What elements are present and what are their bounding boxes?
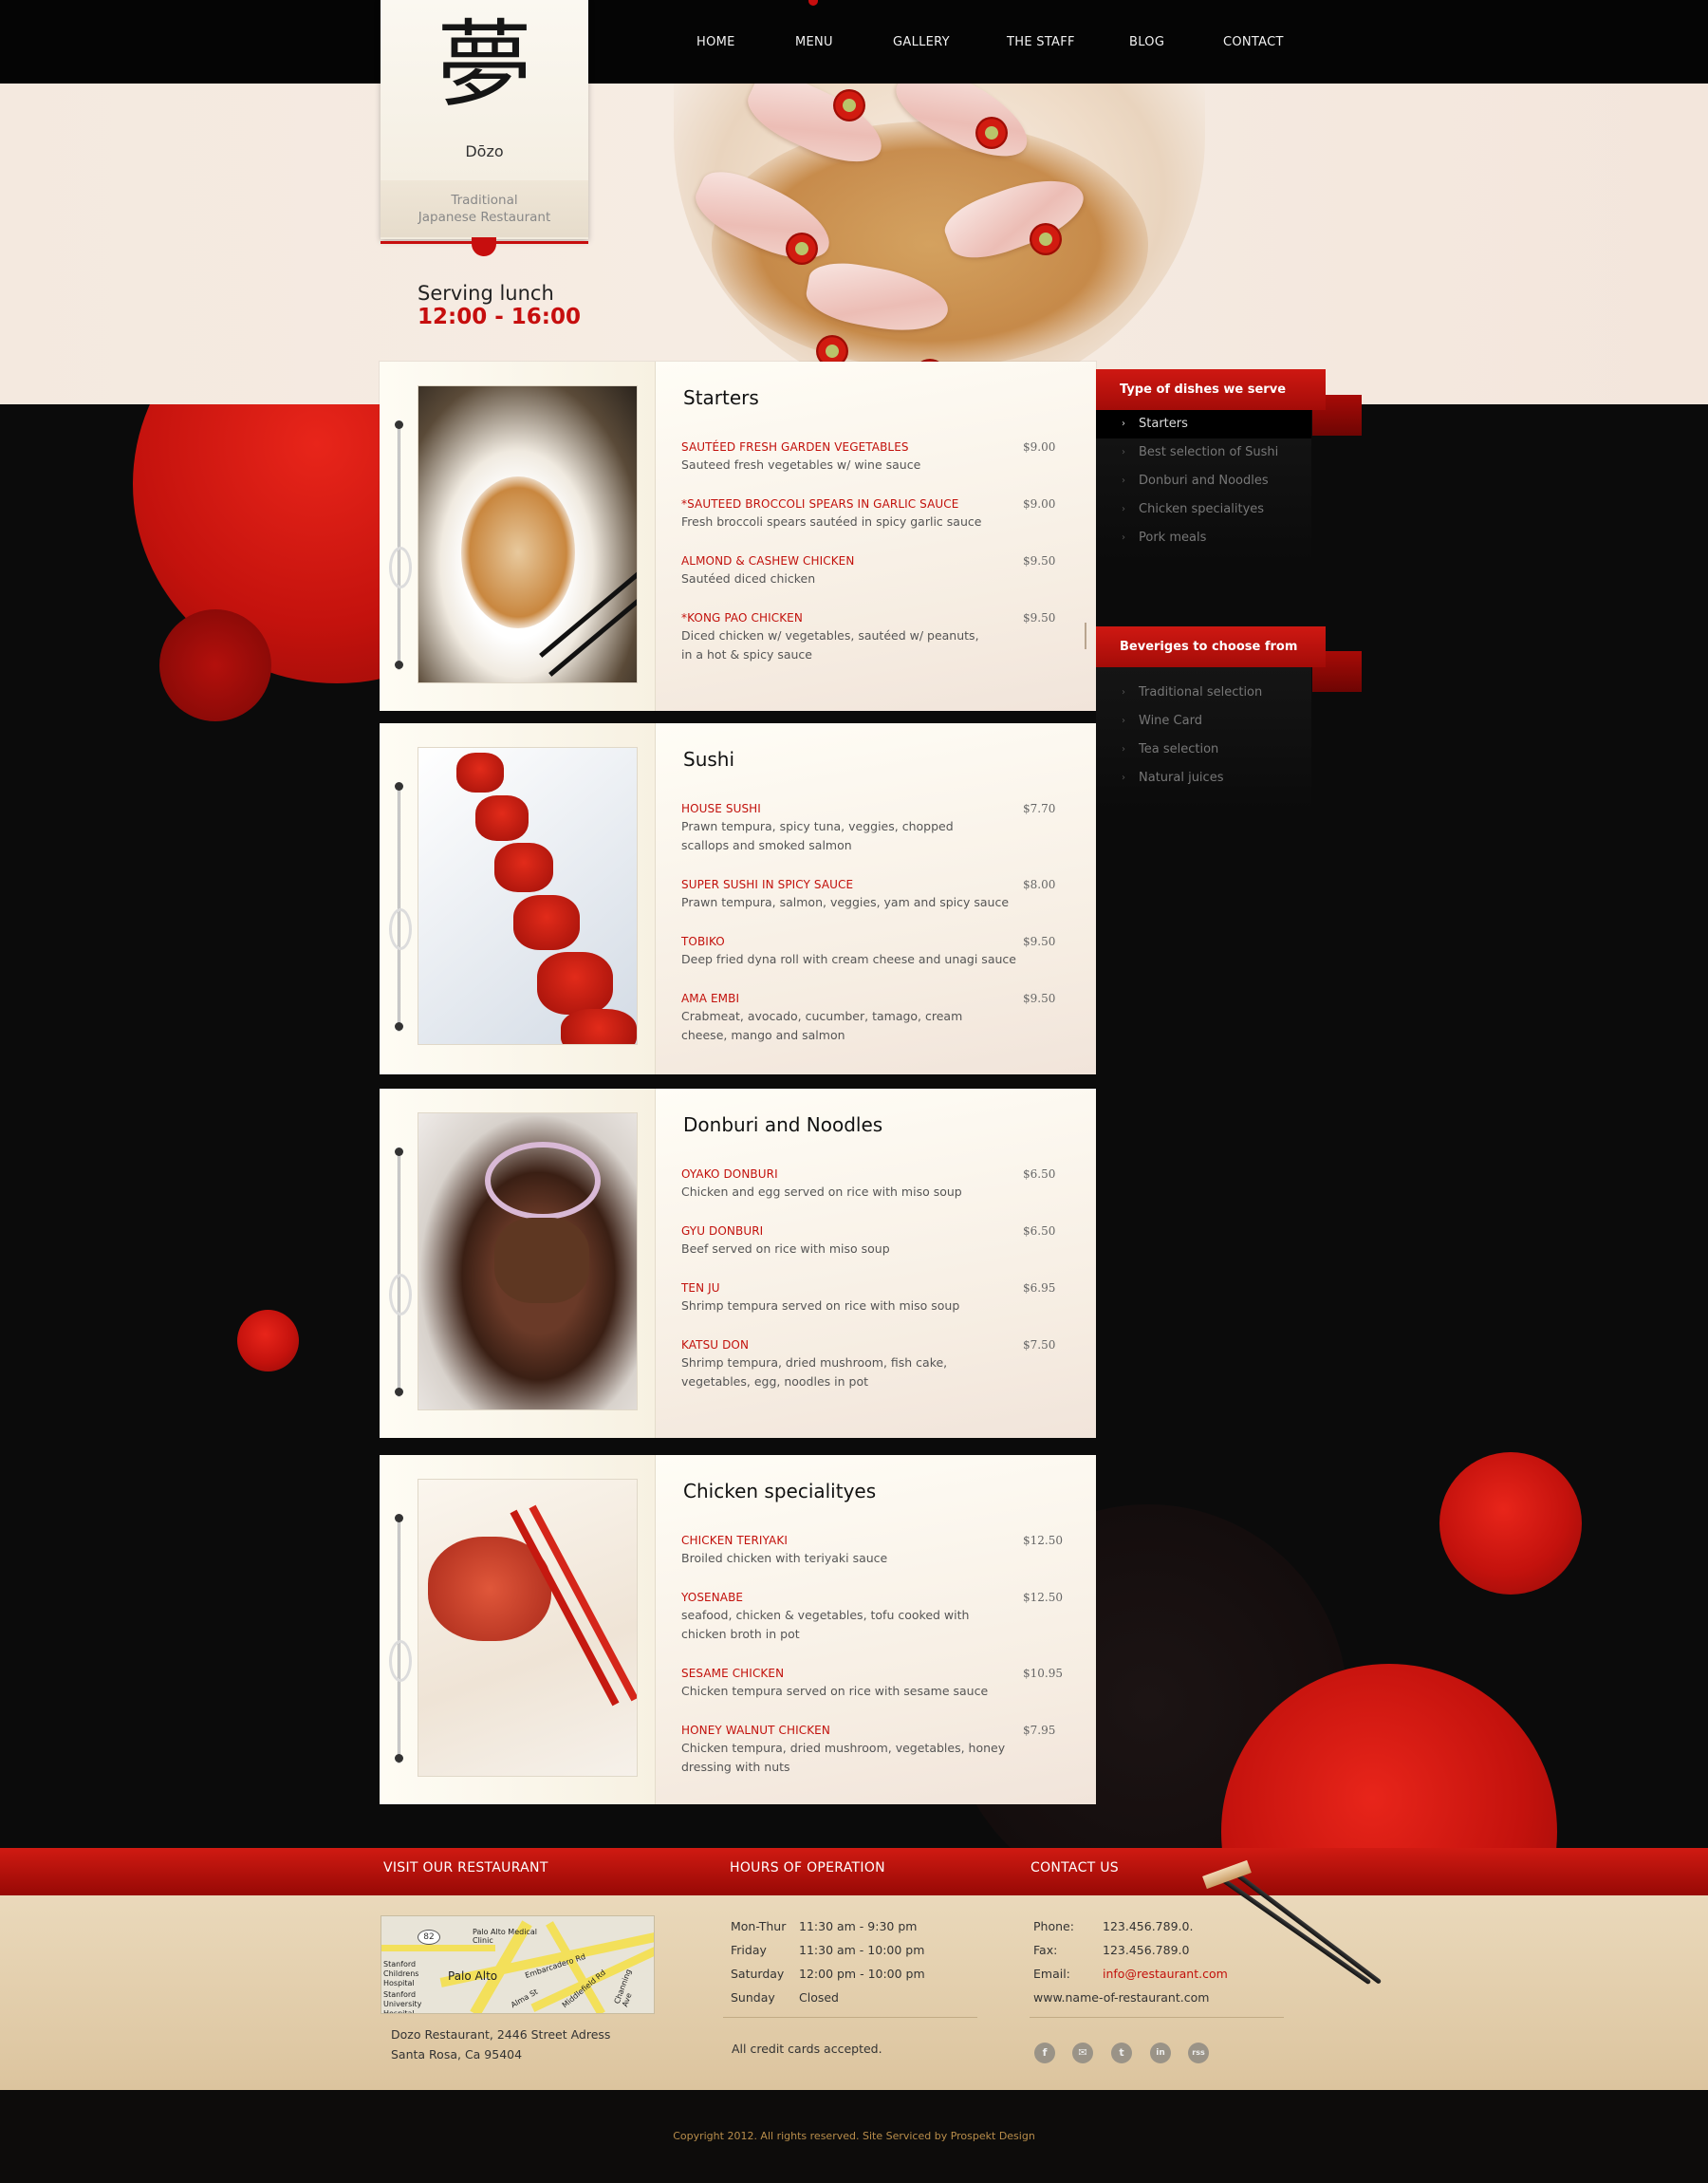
menu-item: TOBIKO Deep fried dyna roll with cream ch… (681, 935, 1056, 966)
logo-tagline: Traditional Japanese Restaurant (381, 180, 588, 237)
menu-item: HONEY WALNUT CHICKEN Chicken tempura, dri… (681, 1724, 1056, 1774)
email-icon[interactable]: ✉ (1072, 2043, 1093, 2063)
sushi-photo (418, 747, 638, 1045)
sidebar-item-juices[interactable]: › Natural juices (1096, 764, 1311, 793)
sidebar-item-chicken[interactable]: › Chicken specialityes (1096, 495, 1311, 524)
footer-title-visit: VISIT OUR RESTAURANT (383, 1860, 548, 1875)
route-badge: 82 (418, 1930, 440, 1945)
decor-red-circle-small (159, 609, 271, 721)
menu-item: SAUTÉED FRESH GARDEN VEGETABLES Sauteed f… (681, 440, 1056, 472)
facebook-icon[interactable]: f (1034, 2043, 1055, 2063)
address-line-2: Santa Rosa, Ca 95404 (391, 2047, 523, 2062)
hours-row: Sunday Closed (731, 1990, 839, 2005)
contact-phone-value: 123.456.789.0. (1103, 1919, 1194, 1933)
map-label-city: Palo Alto (448, 1969, 498, 1983)
address-line-1: Dozo Restaurant, 2446 Street Adress (391, 2027, 611, 2042)
menu-panel-chicken: Chicken specialityes CHICKEN TERIYAKI Bro… (380, 1455, 1096, 1804)
donburi-photo (418, 1112, 638, 1410)
sidebar-item-starters[interactable]: › Starters (1096, 410, 1311, 438)
divider (723, 2017, 977, 2018)
menu-item: SUPER SUSHI IN SPICY SAUCE Prawn tempura,… (681, 878, 1056, 909)
section-title-chicken: Chicken specialityes (683, 1480, 877, 1502)
menu-item: CHICKEN TERIYAKI Broiled chicken with ter… (681, 1534, 1063, 1565)
menu-panel-starters: Starters SAUTÉED FRESH GARDEN VEGETABLES… (380, 362, 1096, 711)
decor-red-circle-right (1439, 1452, 1582, 1595)
section-title-starters: Starters (683, 386, 759, 409)
serving-time: 12:00 - 16:00 (418, 305, 581, 329)
hours-row: Friday 11:30 am - 10:00 pm (731, 1943, 925, 1957)
linkedin-icon[interactable]: in (1150, 2043, 1171, 2063)
contact-email-link[interactable]: info@restaurant.com (1103, 1967, 1228, 1981)
nav-item-the-staff[interactable]: THE STAFF (1007, 0, 1075, 84)
nav-item-home[interactable]: HOME (696, 0, 735, 84)
top-navigation-bar (0, 0, 1708, 84)
sidebar-item-tea[interactable]: › Tea selection (1096, 736, 1311, 764)
twitter-icon[interactable]: t (1111, 2043, 1132, 2063)
rss-icon[interactable]: rss (1188, 2043, 1209, 2063)
decor-red-dot (237, 1310, 299, 1371)
location-map[interactable]: 82 Palo Alto Medical Clinic Palo Alto St… (381, 1915, 655, 2014)
menu-item: *KONG PAO CHICKEN Diced chicken w/ vegeta… (681, 611, 1056, 662)
sidebar-heading-dishes: Type of dishes we serve (1096, 369, 1326, 410)
sidebar-item-traditional[interactable]: › Traditional selection (1096, 679, 1311, 707)
logo-name: Dōzo (465, 142, 504, 160)
contact-fax-value: 123.456.789.0 (1103, 1943, 1190, 1957)
nav-item-menu[interactable]: MENU (795, 0, 833, 84)
logo-box[interactable]: 夢 Dōzo Traditional Japanese Restaurant (381, 0, 588, 239)
panel-scrollbar[interactable] (1085, 623, 1086, 649)
nav-item-blog[interactable]: BLOG (1129, 0, 1164, 84)
footer-title-contact: CONTACT US (1030, 1860, 1119, 1875)
sidebar-heading-drinks: Beveriges to choose from (1096, 626, 1326, 667)
section-title-donburi: Donburi and Noodles (683, 1113, 883, 1136)
menu-panel-donburi: Donburi and Noodles OYAKO DONBURI Chicken… (380, 1089, 1096, 1438)
map-label-clinic: Palo Alto Medical Clinic (473, 1928, 537, 1945)
menu-item: ALMOND & CASHEW CHICKEN Sautéed diced chi… (681, 554, 1056, 586)
map-label-hospital-2: Stanford University Hospital (383, 1990, 422, 2014)
sidebar-item-pork[interactable]: › Pork meals (1096, 524, 1311, 552)
menu-item: HOUSE SUSHI Prawn tempura, spicy tuna, ve… (681, 802, 1056, 852)
menu-item: OYAKO DONBURI Chicken and egg served on r… (681, 1167, 1056, 1199)
chicken-photo (418, 1479, 638, 1777)
menu-item: *SAUTEED BROCCOLI SPEARS IN GARLIC SAUCE… (681, 497, 1056, 529)
nav-item-gallery[interactable]: GALLERY (893, 0, 950, 84)
footer-title-hours: HOURS OF OPERATION (730, 1860, 885, 1875)
credit-card-note: All credit cards accepted. (732, 2042, 882, 2056)
menu-item: TEN JU Shrimp tempura served on rice with… (681, 1281, 1056, 1313)
menu-item: YOSENABE seafood, chicken & vegetables, t… (681, 1591, 1063, 1641)
sidebar-item-sushi[interactable]: › Best selection of Sushi (1096, 438, 1311, 467)
sidebar-item-wine[interactable]: › Wine Card (1096, 707, 1311, 736)
menu-item: SESAME CHICKEN Chicken tempura served on … (681, 1667, 1063, 1698)
section-title-sushi: Sushi (683, 748, 735, 771)
website-link[interactable]: www.name-of-restaurant.com (1033, 1990, 1209, 2005)
divider (1030, 2017, 1284, 2018)
menu-item: GYU DONBURI Beef served on rice with miso… (681, 1224, 1056, 1256)
hours-row: Saturday 12:00 pm - 10:00 pm (731, 1967, 925, 1981)
contact-phone-label: Phone: (1033, 1919, 1074, 1933)
copyright-text: Copyright 2012. All rights reserved. Sit… (673, 2130, 1035, 2142)
starters-photo (418, 385, 638, 683)
menu-panel-sushi: Sushi HOUSE SUSHI Prawn tempura, spicy tu… (380, 723, 1096, 1074)
sidebar-item-donburi[interactable]: › Donburi and Noodles (1096, 467, 1311, 495)
map-label-hospital: Stanford Childrens Hospital (383, 1960, 419, 1987)
nav-item-contact[interactable]: CONTACT (1223, 0, 1284, 84)
contact-fax-label: Fax: (1033, 1943, 1058, 1957)
serving-label: Serving lunch (418, 282, 554, 305)
contact-email-label: Email: (1033, 1967, 1070, 1981)
menu-item: AMA EMBI Crabmeat, avocado, cucumber, tam… (681, 992, 1056, 1042)
menu-item: KATSU DON Shrimp tempura, dried mushroom,… (681, 1338, 1056, 1389)
logo-kanji: 夢 (436, 9, 532, 121)
hours-row: Mon-Thur 11:30 am - 9:30 pm (731, 1919, 918, 1933)
